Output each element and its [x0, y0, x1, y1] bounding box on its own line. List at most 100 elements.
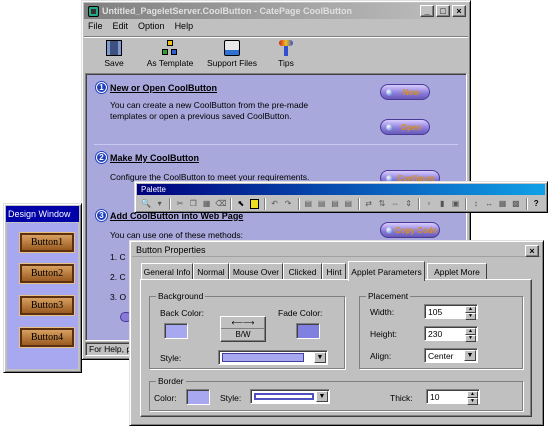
- minimize-button[interactable]: _: [420, 5, 434, 17]
- align-left-icon[interactable]: ▤: [304, 199, 313, 209]
- width-input[interactable]: 105 ▲ ▼: [424, 304, 478, 320]
- placement-group: Placement Width: 105 ▲ ▼ Height: 230 ▲ ▼ A…: [359, 291, 523, 369]
- design-title-bar[interactable]: Design Window: [6, 206, 79, 222]
- menu-edit[interactable]: Edit: [113, 21, 129, 34]
- space-h-icon[interactable]: ⇄: [364, 199, 373, 209]
- delete-icon[interactable]: ⌫: [215, 199, 226, 209]
- step2-title[interactable]: Make My CoolButton: [110, 153, 199, 163]
- bw-swap-button[interactable]: ⟵⟶ B/W: [220, 316, 266, 342]
- thick-spinner[interactable]: ▲ ▼: [467, 391, 478, 405]
- tab-applet-parameters[interactable]: Applet Parameters: [348, 261, 425, 281]
- tab-clicked[interactable]: Clicked: [283, 263, 322, 279]
- design-window: Design Window Button1 Button2 Button3 Bu…: [3, 203, 82, 373]
- align-label: Align:: [370, 351, 392, 361]
- menu-file[interactable]: File: [88, 21, 103, 34]
- select-box-icon[interactable]: [249, 199, 260, 209]
- as-template-button[interactable]: As Template: [140, 40, 200, 68]
- close-button[interactable]: ×: [452, 5, 466, 17]
- align-bottom-icon[interactable]: ▤: [344, 199, 353, 209]
- copy-code-button[interactable]: Copy Code: [380, 222, 440, 238]
- paste-icon[interactable]: ▦: [202, 199, 211, 209]
- thick-value: 10: [430, 391, 440, 402]
- palette-title-bar[interactable]: Palette: [137, 184, 545, 195]
- new-button-label: New: [402, 87, 420, 97]
- tips-button[interactable]: Tips: [268, 40, 304, 68]
- design-button-1[interactable]: Button1: [19, 232, 75, 253]
- palette-toolbar: 🔍 ▾ ✂ ❐ ▦ ⌫ ⬉ ↶ ↷ ▤ ▤ ▤ ▤ ⇄ ⇅ ⇔ ⇕ ▫ ▮ ▣ …: [139, 197, 543, 211]
- palette-separator: [230, 198, 232, 210]
- redo-icon[interactable]: ↷: [283, 199, 292, 209]
- open-button[interactable]: Open: [380, 119, 430, 135]
- thick-input[interactable]: 10 ▲ ▼: [426, 389, 480, 405]
- main-title-bar[interactable]: Untitled_PageletServer.CoolButton - Cate…: [84, 3, 468, 19]
- space-v-icon[interactable]: ⇅: [377, 199, 386, 209]
- main-title: Untitled_PageletServer.CoolButton - Cate…: [102, 6, 353, 16]
- back-color-swatch[interactable]: [164, 323, 188, 339]
- help-icon[interactable]: ?: [532, 199, 541, 209]
- align-top-icon[interactable]: ▤: [330, 199, 339, 209]
- palette-separator: [418, 198, 420, 210]
- height-spinner[interactable]: ▲ ▼: [465, 328, 476, 342]
- palette-window: Palette 🔍 ▾ ✂ ❐ ▦ ⌫ ⬉ ↶ ↷ ▤ ▤ ▤ ▤ ⇄ ⇅ ⇔ …: [134, 181, 548, 213]
- border-style-select[interactable]: ▼: [250, 389, 330, 404]
- snap-icon[interactable]: ▩: [511, 199, 520, 209]
- width-spinner[interactable]: ▲ ▼: [465, 306, 476, 320]
- distribute-v-icon[interactable]: ⇕: [404, 199, 413, 209]
- app-icon: [88, 5, 99, 17]
- distribute-h-icon[interactable]: ⇔: [391, 199, 400, 209]
- new-button[interactable]: New: [380, 84, 430, 100]
- border-color-swatch[interactable]: [186, 389, 210, 405]
- save-button[interactable]: Save: [94, 40, 134, 68]
- same-width-icon[interactable]: ▫: [424, 199, 433, 209]
- dropdown-arrow-icon[interactable]: ▾: [155, 199, 164, 209]
- align-value: Center: [428, 350, 454, 361]
- cut-icon[interactable]: ✂: [175, 199, 184, 209]
- tab-applet-more[interactable]: Applet More: [427, 263, 487, 279]
- align-select[interactable]: Center ▼: [424, 348, 478, 363]
- height-input[interactable]: 230 ▲ ▼: [424, 326, 478, 342]
- grid-icon[interactable]: ▦: [498, 199, 507, 209]
- same-height-icon[interactable]: ▮: [438, 199, 447, 209]
- bg-style-preview: [222, 353, 304, 362]
- design-title: Design Window: [8, 209, 71, 219]
- tab-mouse-over[interactable]: Mouse Over: [229, 263, 283, 279]
- tab-general-info-label: General Info: [143, 266, 191, 277]
- toolbar: Save As Template Support Files Tips: [84, 36, 468, 72]
- center-h-icon[interactable]: ↕: [471, 199, 480, 209]
- swap-arrows-icon: ⟵⟶: [231, 318, 255, 327]
- design-button-3[interactable]: Button3: [19, 295, 75, 316]
- fade-color-label: Fade Color:: [278, 308, 323, 318]
- back-color-label: Back Color:: [160, 308, 204, 318]
- design-button-4[interactable]: Button4: [19, 327, 75, 348]
- props-close-button[interactable]: ×: [525, 245, 539, 257]
- width-label: Width:: [370, 307, 395, 317]
- placement-group-label: Placement: [366, 291, 411, 301]
- bg-style-select[interactable]: ▼: [218, 350, 328, 365]
- support-files-button[interactable]: Support Files: [202, 40, 262, 68]
- tab-hint[interactable]: Hint: [322, 263, 346, 279]
- save-label: Save: [104, 58, 124, 68]
- center-v-icon[interactable]: ↔: [485, 199, 494, 209]
- width-value: 105: [428, 306, 443, 317]
- open-button-label: Open: [400, 122, 422, 132]
- same-size-icon[interactable]: ▣: [451, 199, 460, 209]
- menu-help[interactable]: Help: [175, 21, 194, 34]
- copy-code-button-label: Copy Code: [394, 225, 438, 235]
- tab-normal[interactable]: Normal: [193, 263, 229, 279]
- props-title-bar[interactable]: Button Properties: [132, 243, 541, 257]
- palette-separator: [297, 198, 299, 210]
- align-right-icon[interactable]: ▤: [317, 199, 326, 209]
- menu-option[interactable]: Option: [138, 21, 165, 34]
- design-button-2[interactable]: Button2: [19, 263, 75, 284]
- palette-separator: [465, 198, 467, 210]
- copy-icon[interactable]: ❐: [189, 199, 198, 209]
- pointer-icon[interactable]: ⬉: [236, 199, 245, 209]
- chevron-down-icon: ▼: [314, 352, 326, 363]
- maximize-button[interactable]: □: [436, 5, 450, 17]
- zoom-icon[interactable]: 🔍: [141, 199, 151, 209]
- tab-general-info[interactable]: General Info: [141, 263, 193, 279]
- undo-icon[interactable]: ↶: [270, 199, 279, 209]
- step1-title[interactable]: New or Open CoolButton: [110, 83, 217, 93]
- fade-color-swatch[interactable]: [296, 323, 320, 339]
- chevron-down-icon: ▼: [464, 350, 476, 361]
